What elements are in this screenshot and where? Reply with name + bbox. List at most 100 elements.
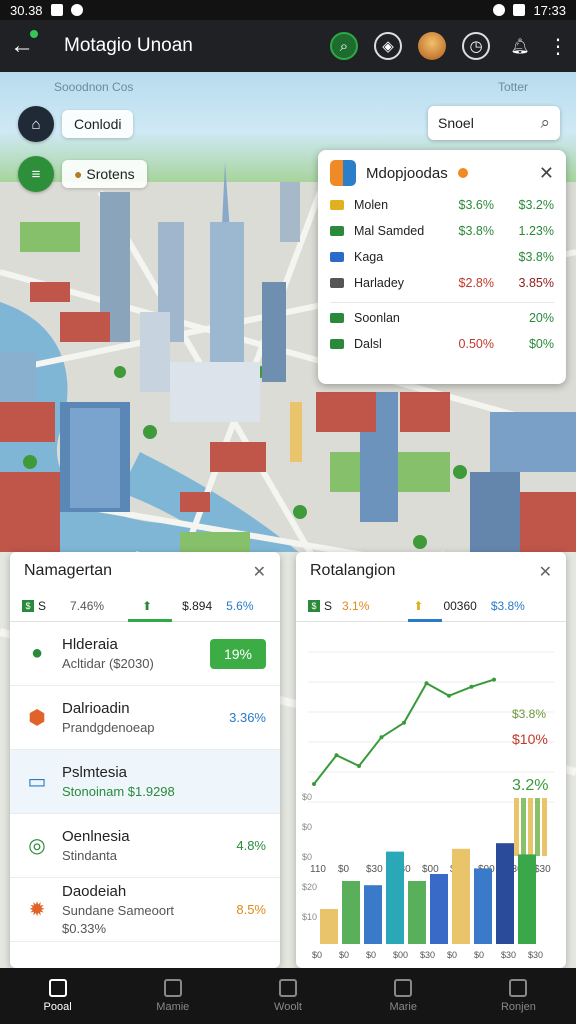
line-point [312,782,316,786]
market-row-change: 0.50% [458,337,494,351]
bar-x-tick: $0 [447,950,457,960]
line-point [492,677,496,682]
notification-bell-icon[interactable]: 🔔︎ [506,32,534,60]
market-row-name: Molen [354,198,389,212]
stripe-bar [528,798,533,856]
market-row-change: $3.8% [458,224,494,238]
bar [320,909,338,944]
bar-x-tick: $0 [339,950,349,960]
bottom-nav: Pooal Mamie Woolt Marie Ronjen [0,968,576,1024]
close-icon[interactable]: ✕ [539,562,552,582]
market-row-value: 20% [528,311,554,325]
back-button[interactable]: ← [10,30,46,60]
nav-item-ronjen[interactable]: Ronjen [461,968,576,1024]
clock-icon[interactable]: ◷ [462,32,490,60]
row-title: Dalrioadin [62,700,130,717]
search-icon[interactable]: ⌕ [330,32,358,60]
stat-c: 00360 [443,598,477,613]
market-logo-icon [330,160,356,186]
status-dot [457,168,468,178]
nav-icon [163,979,182,997]
market-row[interactable]: Kaga $3.8% [330,250,554,264]
pin-icon: ● [74,166,83,182]
market-row[interactable]: Harladey $2.8% 3.85% [330,276,554,290]
list-item[interactable]: ● Hlderaia Acltidar ($2030) 19% [10,622,280,686]
nav-item-woolt[interactable]: Woolt [230,968,345,1024]
market-row-icon [330,226,344,236]
location-icon[interactable]: ◈ [374,32,402,60]
market-row[interactable]: Mal Samded $3.8% 1.23% [330,224,554,238]
nav-icon [279,979,297,997]
market-row[interactable]: Dalsl 0.50% $0% [330,337,554,351]
search-box[interactable]: Snoel ⌕ [428,106,560,140]
stat-icon: $ [22,599,34,612]
nav-label: Pooal [43,1001,72,1013]
line-x-tick: 110 [310,864,326,875]
list-item[interactable]: ✹ Daodeiah Sundane Sameoort $0.33% 8.5% [10,878,280,942]
market-row-icon [330,313,344,323]
bar-x-tick: $00 [393,950,408,960]
market-row[interactable]: Molen $3.6% $3.2% [330,198,554,212]
line-point [379,735,384,740]
row-subtitle: Stonoinam $1.9298 [62,784,175,799]
panel-title: Rotalangion [310,562,396,579]
chip-label: ● Srotens [62,160,147,188]
market-row[interactable]: Soonlan 20% [330,302,554,325]
market-row-value: 1.23% [518,224,554,238]
bar [386,851,404,944]
close-icon[interactable]: ✕ [539,163,554,184]
market-row-name: Mal Samded [354,224,425,238]
home-icon: ⌂ [18,106,54,142]
row-icon: ✹ [28,899,46,921]
left-panel: Namagertan ✕ $ S 7.46% ⬆ $.894 5.6% ● Hld… [10,552,280,968]
arrow-up-icon: ⬆ [142,598,153,613]
market-row-icon [330,252,344,262]
stripe-bar [535,798,540,856]
bar-y-tick-label: $0 [302,852,312,862]
line-label-green: 3.2% [512,777,548,794]
line-point [357,764,361,768]
map-chip-top[interactable]: ⌂ Conlodi [18,106,134,142]
row-value: 8.5% [236,902,266,917]
search-input[interactable]: Snoel [438,115,474,131]
stat-d: 5.6% [226,598,254,613]
line-point [469,684,474,689]
row-icon: ▭ [27,771,47,793]
more-menu-icon[interactable]: ⋮ [548,32,568,60]
wifi-icon [493,4,506,16]
nav-item-mamie[interactable]: Mamie [115,968,230,1024]
close-icon[interactable]: ✕ [253,562,266,582]
nav-item-pooal[interactable]: Pooal [0,968,115,1024]
bar-x-tick: $0 [312,950,322,960]
market-card: Mdopjoodas ✕ Molen $3.6% $3.2% Mal Samded $3… [318,150,566,384]
row-subtitle: Acltidar ($2030) [62,656,154,671]
notification-icon [50,4,63,16]
chip-label: Conlodi [62,110,134,138]
list-item[interactable]: ▭ Pslmtesia Stonoinam $1.9298 [10,750,280,814]
stats-row: $ S 3.1% ⬆ 00360 $3.8% [296,590,566,622]
chip-text: Srotens [86,166,135,182]
row-title: Daodeiah [62,883,127,900]
row-subtitle-2: $0.33% [62,921,107,936]
avatar[interactable] [418,32,446,60]
line-point [334,753,339,758]
nav-item-marie[interactable]: Marie [346,968,461,1024]
bar-x-tick: $0 [474,950,484,960]
list-item[interactable]: ◎ Oenlnesia Stindanta 4.8% [10,814,280,878]
row-text: Dalrioadin Prandgdenoeap [62,700,229,735]
row-value: 3.36% [229,710,266,725]
stat-icon: $ [308,599,320,612]
magnifier-icon[interactable]: ⌕ [540,113,550,133]
stat-d: $3.8% [490,598,525,613]
tab-indicator [408,619,442,622]
bar-x-tick: $30 [420,950,435,960]
line-label-red: $10% [512,731,548,747]
list-item[interactable]: ⬢ Dalrioadin Prandgdenoeap 3.36% [10,686,280,750]
market-row-value: 3.85% [518,276,554,290]
map-chip-bottom[interactable]: ≡ ● Srotens [18,156,147,192]
line-point [447,693,451,698]
stat-c: $.894 [182,598,213,613]
market-row-name: Soonlan [354,311,400,325]
app-title: Motagio Unoan [64,35,193,56]
nav-icon [48,979,67,997]
